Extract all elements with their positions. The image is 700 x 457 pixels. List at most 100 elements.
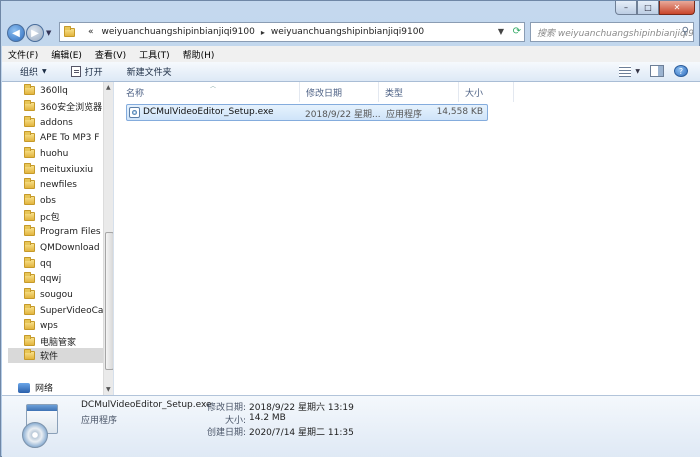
tree-item[interactable]: 360安全浏览器 <box>24 99 102 114</box>
folder-icon <box>24 225 35 236</box>
tree-item-label: 电脑管家 <box>40 338 77 348</box>
tree-item[interactable]: Program Files <box>24 224 101 239</box>
view-options-icon[interactable] <box>619 65 632 77</box>
tree-item[interactable]: wps <box>24 318 58 333</box>
folder-icon <box>24 257 35 268</box>
file-name: DCMulVideoEditor_Setup.exe <box>143 107 274 117</box>
arrow-left-icon: ◀ <box>12 27 20 39</box>
preview-pane-icon[interactable] <box>650 65 664 77</box>
breadcrumb-item[interactable]: weiyuanchuangshipinbianjiqi9100 <box>271 27 424 37</box>
details-file-name: DCMulVideoEditor_Setup.exe <box>81 400 212 410</box>
tree-item[interactable]: newfiles <box>24 177 77 192</box>
open-button[interactable]: 打开 <box>70 65 103 78</box>
menu-file[interactable]: 文件(F) <box>8 48 38 61</box>
tree-item[interactable]: sougou <box>24 287 73 302</box>
recent-pages-dropdown[interactable]: ▼ <box>46 29 51 37</box>
folder-icon <box>24 100 35 111</box>
tree-item[interactable]: qq <box>24 256 51 271</box>
tree-item-label: qqwj <box>40 273 62 284</box>
tree-item-label: addons <box>40 117 73 128</box>
scroll-down-icon[interactable]: ▼ <box>106 386 111 393</box>
tree-item[interactable]: addons <box>24 115 73 130</box>
file-row[interactable]: DCMulVideoEditor_Setup.exe 2018/9/22 星期.… <box>126 104 488 121</box>
folder-icon <box>24 241 35 252</box>
folder-icon <box>24 272 35 283</box>
tree-item[interactable]: 360llq <box>24 83 68 98</box>
folder-icon-shape <box>64 25 75 37</box>
folder-icon <box>24 163 35 174</box>
tree-item[interactable]: pc包 <box>24 209 60 224</box>
tree-item[interactable]: huohu <box>24 146 68 161</box>
details-file-type: 应用程序 <box>81 416 118 426</box>
navigation-pane: 360llq 360安全浏览器 addons APE To MP3 F huoh… <box>2 82 114 395</box>
organize-label: 组织 <box>20 68 39 78</box>
breadcrumb-overflow[interactable]: « <box>88 27 94 37</box>
column-header-size[interactable]: 大小 <box>459 82 514 102</box>
scrollbar-thumb[interactable] <box>105 232 113 370</box>
address-bar[interactable]: « weiyuanchuangshipinbianjiqi9100 ▸ weiy… <box>59 22 525 42</box>
modified-value: 2018/9/22 星期六 13:19 <box>249 403 354 413</box>
arrow-right-icon: ▶ <box>31 27 39 39</box>
breadcrumb-item[interactable]: weiyuanchuangshipinbianjiqi9100 <box>102 27 255 37</box>
refresh-icon[interactable]: ⟳ <box>513 26 521 37</box>
tree-item-selected[interactable]: 软件 <box>8 348 108 363</box>
created-label: 创建日期: <box>206 428 246 438</box>
caption-buttons: – □ ✕ <box>615 1 695 15</box>
menu-bar: 文件(F) 编辑(E) 查看(V) 工具(T) 帮助(H) <box>2 46 700 62</box>
folder-icon <box>24 84 35 95</box>
command-bar: 组织 ▼ 打开 新建文件夹 ▼ ? <box>2 62 700 82</box>
tree-item-network[interactable]: 网络 <box>18 380 53 395</box>
maximize-button[interactable]: □ <box>637 1 659 15</box>
tree-item[interactable]: 电脑管家 <box>24 334 76 349</box>
tree-item[interactable]: APE To MP3 F <box>24 130 99 145</box>
forward-button[interactable]: ▶ <box>26 24 44 42</box>
menu-view[interactable]: 查看(V) <box>95 48 126 61</box>
close-button[interactable]: ✕ <box>659 1 695 15</box>
tree-item[interactable]: SuperVideoCa <box>24 303 103 318</box>
explorer-window: – □ ✕ ◀ ▶ ▼ « weiyuanchuangshipinbianjiq… <box>0 0 700 457</box>
column-header-type[interactable]: 类型 <box>379 82 459 102</box>
chevron-down-icon[interactable]: ▼ <box>635 68 640 75</box>
chevron-down-icon: ▼ <box>42 68 47 75</box>
scroll-up-icon[interactable]: ▲ <box>106 84 111 91</box>
breadcrumb-separator[interactable]: ▸ <box>261 28 265 37</box>
search-input[interactable]: 搜索 weiyuanchuangshipinbianjiqi9... ⚲ <box>530 22 694 42</box>
back-button[interactable]: ◀ <box>7 24 25 42</box>
file-type: 应用程序 <box>386 110 423 120</box>
navigation-row: ◀ ▶ ▼ « weiyuanchuangshipinbianjiqi9100 … <box>7 21 694 45</box>
new-folder-button[interactable]: 新建文件夹 <box>127 65 172 78</box>
network-icon <box>18 382 30 393</box>
tree-item[interactable]: obs <box>24 193 56 208</box>
tree-item[interactable]: qqwj <box>24 271 61 286</box>
menu-help[interactable]: 帮助(H) <box>183 48 215 61</box>
address-dropdown-icon[interactable]: ▼ <box>498 27 504 36</box>
folder-icon <box>24 147 35 158</box>
view-controls: ▼ ? <box>609 65 688 77</box>
details-pane: DCMulVideoEditor_Setup.exe 应用程序 修改日期: 20… <box>2 395 700 457</box>
menu-tools[interactable]: 工具(T) <box>139 48 170 61</box>
modified-label: 修改日期: <box>206 403 246 413</box>
tree-item[interactable]: QMDownload <box>24 240 100 255</box>
installer-disc-shape <box>22 422 48 448</box>
column-header-date[interactable]: 修改日期 <box>300 82 379 102</box>
file-list: 名称 修改日期 类型 大小 ︿ DCMulVideoEditor_Setup.e… <box>114 82 700 395</box>
tree-item-label: obs <box>40 195 56 206</box>
minimize-button[interactable]: – <box>615 1 637 15</box>
new-folder-label: 新建文件夹 <box>126 68 172 78</box>
menu-edit[interactable]: 编辑(E) <box>51 48 82 61</box>
tree-item-label: qq <box>40 258 52 269</box>
tree-item-label: 360llq <box>40 85 68 96</box>
folder-icon <box>24 131 35 142</box>
nav-scrollbar[interactable]: ▲ ▼ <box>103 82 113 395</box>
search-icon: ⚲ <box>681 26 689 37</box>
folder-icon <box>24 194 35 205</box>
column-headers: 名称 修改日期 类型 大小 ︿ <box>120 82 514 102</box>
tree-item[interactable]: meituxiuxiu <box>24 162 93 177</box>
organize-button[interactable]: 组织 ▼ <box>20 65 47 78</box>
folder-icon <box>24 304 35 315</box>
tree-item-label: QMDownload <box>40 242 100 253</box>
tree-item-label: meituxiuxiu <box>40 164 94 175</box>
tree-item-label: newfiles <box>40 179 77 190</box>
tree-item-label: 360安全浏览器 <box>40 103 103 113</box>
help-icon[interactable]: ? <box>674 65 688 77</box>
